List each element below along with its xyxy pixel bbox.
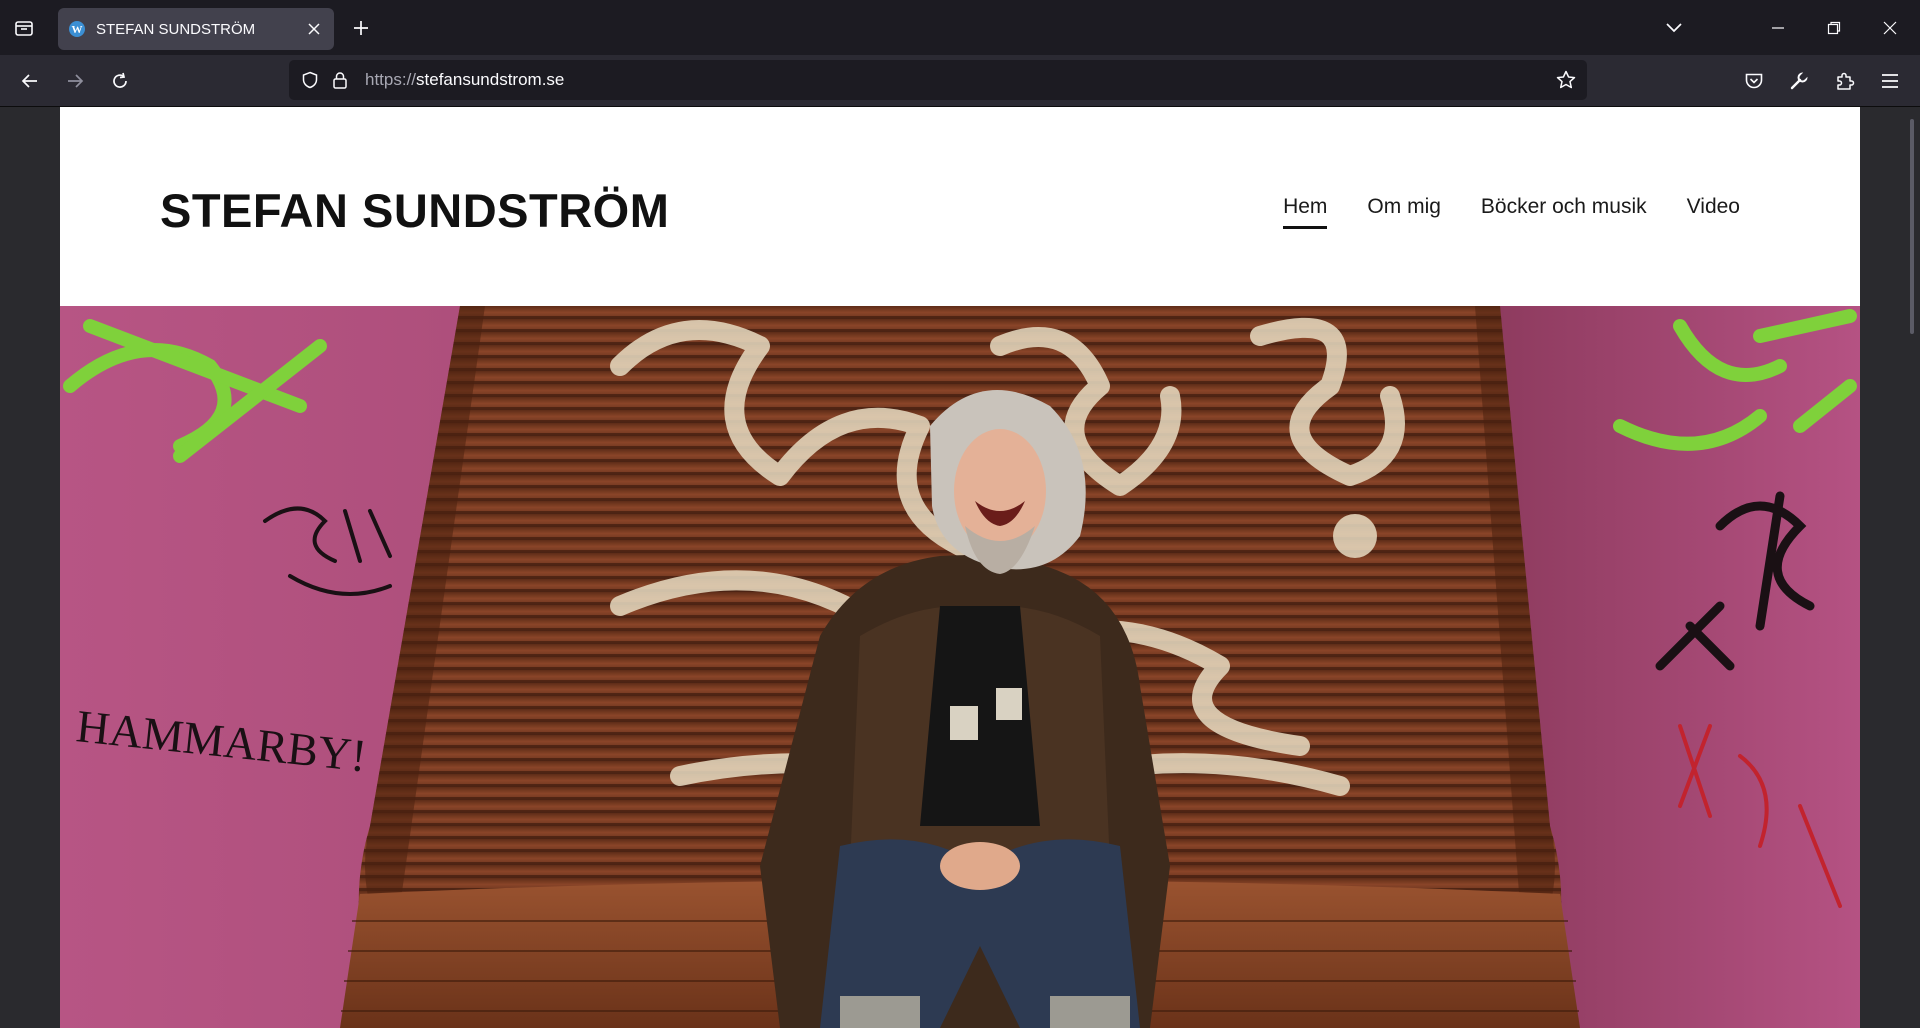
hero-image: HAMMARBY! bbox=[60, 306, 1860, 1028]
firefox-view-icon[interactable] bbox=[8, 12, 40, 44]
wordpress-icon: W bbox=[68, 20, 86, 38]
page-viewport: STEFAN SUNDSTRÖM Hem Om mig Böcker och m… bbox=[0, 107, 1920, 1028]
navigation-toolbar: https://stefansundstrom.se bbox=[0, 55, 1920, 107]
bookmark-star-icon[interactable] bbox=[1551, 65, 1581, 95]
close-window-icon[interactable] bbox=[1874, 12, 1906, 44]
list-all-tabs-icon[interactable] bbox=[1658, 12, 1690, 44]
tracking-protection-shield-icon[interactable] bbox=[295, 65, 325, 95]
url-bar[interactable]: https://stefansundstrom.se bbox=[289, 60, 1587, 100]
tab-title: STEFAN SUNDSTRÖM bbox=[96, 20, 256, 38]
reload-icon[interactable] bbox=[102, 63, 138, 99]
primary-menu: Hem Om mig Böcker och musik Video bbox=[1283, 195, 1740, 229]
minimize-icon[interactable] bbox=[1762, 12, 1794, 44]
menu-item-om-mig[interactable]: Om mig bbox=[1367, 195, 1441, 229]
close-tab-icon[interactable] bbox=[304, 19, 324, 39]
back-icon[interactable] bbox=[12, 63, 48, 99]
page-scrollbar[interactable] bbox=[1910, 119, 1914, 334]
app-menu-hamburger-icon[interactable] bbox=[1872, 63, 1908, 99]
pocket-icon[interactable] bbox=[1736, 63, 1772, 99]
developer-tools-wrench-icon[interactable] bbox=[1781, 63, 1817, 99]
new-tab-icon[interactable] bbox=[345, 12, 377, 44]
menu-item-hem[interactable]: Hem bbox=[1283, 195, 1328, 229]
url-host: stefansundstrom.se bbox=[416, 70, 565, 89]
tab-active[interactable]: W STEFAN SUNDSTRÖM bbox=[58, 8, 334, 50]
web-page: STEFAN SUNDSTRÖM Hem Om mig Böcker och m… bbox=[60, 107, 1860, 1028]
lock-icon[interactable] bbox=[325, 65, 355, 95]
url-scheme: https:// bbox=[365, 70, 417, 89]
menu-item-bocker-och-musik[interactable]: Böcker och musik bbox=[1481, 195, 1647, 229]
url-text[interactable]: https://stefansundstrom.se bbox=[365, 70, 1551, 90]
tab-bar: W STEFAN SUNDSTRÖM bbox=[0, 0, 1920, 55]
restore-icon[interactable] bbox=[1818, 12, 1850, 44]
menu-item-video[interactable]: Video bbox=[1687, 195, 1740, 229]
svg-text:W: W bbox=[72, 24, 83, 36]
forward-icon[interactable] bbox=[57, 63, 93, 99]
site-title[interactable]: STEFAN SUNDSTRÖM bbox=[160, 183, 669, 238]
extensions-puzzle-icon[interactable] bbox=[1827, 63, 1863, 99]
